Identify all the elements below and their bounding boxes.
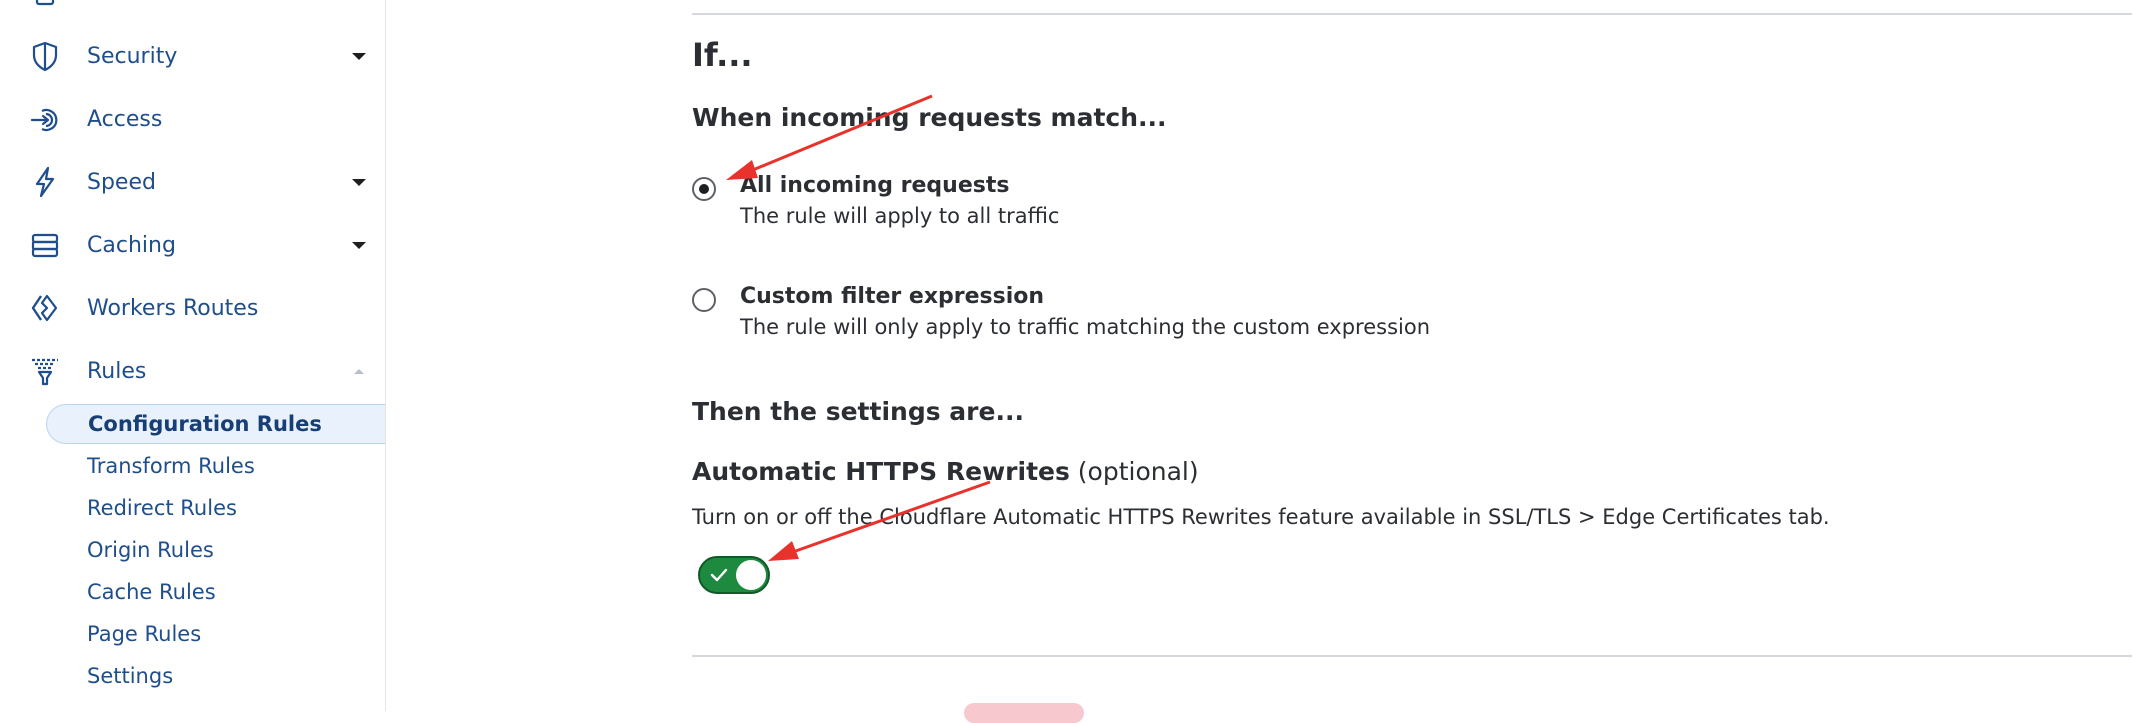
sidebar-item-security[interactable]: Security — [0, 28, 385, 84]
sidebar-subitem-label: Cache Rules — [87, 580, 216, 604]
chevron-down-icon[interactable] — [349, 49, 369, 63]
when-heading: When incoming requests match... — [692, 103, 1167, 132]
https-rewrites-description: Turn on or off the Cloudflare Automatic … — [692, 505, 1830, 529]
rule-editor: If... When incoming requests match... Al… — [386, 0, 2133, 723]
sidebar-subitem-cache-rules[interactable]: Cache Rules — [46, 572, 385, 612]
sidebar-subitem-configuration-rules[interactable]: Configuration Rules — [46, 404, 385, 444]
sidebar-subitem-label: Transform Rules — [87, 454, 255, 478]
sidebar-item-label: Speed — [87, 169, 156, 195]
shield-icon — [28, 39, 62, 73]
chevron-down-icon[interactable] — [349, 238, 369, 252]
rules-funnel-icon — [28, 354, 62, 388]
https-rewrites-heading: Automatic HTTPS Rewrites (optional) — [692, 457, 1199, 486]
sidebar-item-label: Security — [87, 43, 178, 69]
sidebar-item-caching[interactable]: Caching — [0, 217, 385, 273]
chevron-down-icon[interactable] — [349, 175, 369, 189]
then-heading: Then the settings are... — [692, 397, 1024, 426]
option-title: All incoming requests — [740, 173, 1010, 198]
divider — [692, 655, 2132, 657]
option-description: The rule will apply to all traffic — [740, 204, 1060, 228]
radio-all-incoming-requests[interactable] — [692, 177, 716, 201]
storage-icon — [28, 228, 62, 262]
sidebar-item-label: Access — [87, 106, 163, 132]
https-rewrites-toggle[interactable] — [698, 556, 770, 594]
divider — [692, 13, 2132, 15]
sidebar: Security Access Speed Caching Workers Ro… — [0, 0, 386, 711]
sidebar-subitem-transform-rules[interactable]: Transform Rules — [46, 446, 385, 486]
sidebar-item-label: Rules — [87, 358, 147, 384]
option-description: The rule will only apply to traffic matc… — [740, 315, 1431, 339]
sidebar-subitem-settings[interactable]: Settings — [46, 656, 385, 696]
optional-label: (optional) — [1069, 457, 1199, 486]
sidebar-item-workers-routes[interactable]: Workers Routes — [0, 280, 385, 336]
lightning-icon — [28, 165, 62, 199]
sidebar-subitem-label: Redirect Rules — [87, 496, 237, 520]
toggle-knob — [736, 560, 766, 590]
sidebar-item-label: Caching — [87, 232, 176, 258]
deploy-button[interactable] — [964, 703, 1084, 723]
sidebar-subitem-label: Configuration Rules — [88, 412, 322, 436]
sidebar-subitem-label: Settings — [87, 664, 174, 688]
sidebar-subitem-origin-rules[interactable]: Origin Rules — [46, 530, 385, 570]
sidebar-subitem-page-rules[interactable]: Page Rules — [46, 614, 385, 654]
radio-custom-filter-expression[interactable] — [692, 288, 716, 312]
sidebar-subitem-label: Page Rules — [87, 622, 202, 646]
ssl-tls-icon — [28, 0, 62, 14]
sidebar-item-speed[interactable]: Speed — [0, 154, 385, 210]
sidebar-item-rules[interactable]: Rules — [0, 343, 385, 399]
chevron-up-icon[interactable] — [349, 364, 369, 378]
workers-icon — [28, 291, 62, 325]
access-icon — [28, 102, 62, 136]
sidebar-item-label: Workers Routes — [87, 295, 259, 321]
option-title: Custom filter expression — [740, 284, 1045, 309]
https-rewrites-title: Automatic HTTPS Rewrites — [692, 457, 1070, 486]
sidebar-subitem-redirect-rules[interactable]: Redirect Rules — [46, 488, 385, 528]
sidebar-item-access[interactable]: Access — [0, 91, 385, 147]
if-heading: If... — [692, 36, 753, 74]
sidebar-subitem-label: Origin Rules — [87, 538, 214, 562]
checkmark-icon — [710, 567, 728, 583]
